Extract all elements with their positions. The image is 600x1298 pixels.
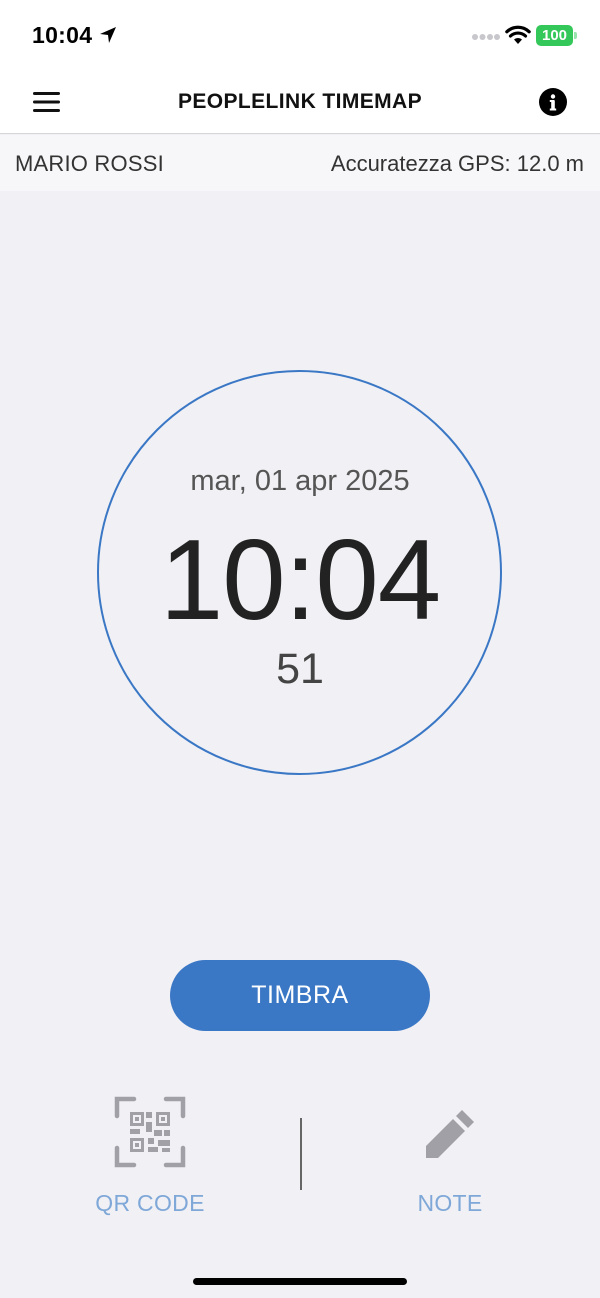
note-button[interactable]: NOTE [380,1092,520,1222]
status-bar: 10:04 100 [0,0,600,70]
page-title: PEOPLELINK TIMEMAP [177,90,423,113]
clock-time: 10:04 [159,517,441,644]
cellular-signal-icon [472,34,500,40]
qr-code-icon [114,1096,186,1168]
qr-code-label: QR CODE [95,1190,205,1216]
clock-date: mar, 01 apr 2025 [190,465,410,497]
location-arrow-icon [100,27,116,43]
pencil-icon [426,1110,474,1158]
clock-seconds: 51 [276,645,324,693]
home-indicator [193,1278,407,1285]
qr-code-button[interactable]: QR CODE [80,1092,220,1222]
action-divider [300,1118,302,1190]
status-time: 10:04 [32,22,93,48]
battery-indicator: 100 [536,25,577,46]
wifi-icon [505,25,531,44]
user-name: MARIO ROSSI [15,151,164,176]
timbra-button[interactable]: TIMBRA [170,960,430,1031]
gps-accuracy: Accuratezza GPS: 12.0 m [330,151,584,176]
info-icon[interactable] [539,88,567,116]
note-label: NOTE [417,1190,483,1216]
app-screen: 10:04 100 PEOPLELINK TIMEMAP MARIO ROSSI… [0,0,600,1298]
user-info-bar: MARIO ROSSI Accuratezza GPS: 12.0 m [0,135,600,191]
info-glyph-icon [549,94,557,111]
nav-bar: PEOPLELINK TIMEMAP [0,70,600,134]
